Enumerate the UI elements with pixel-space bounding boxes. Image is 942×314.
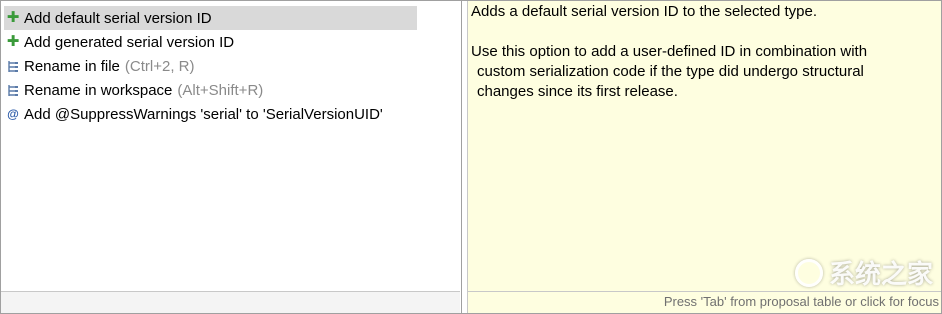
rename-icon xyxy=(6,59,20,73)
horizontal-scrollbar[interactable] xyxy=(1,291,460,313)
proposal-label: Rename in file xyxy=(24,57,120,75)
proposal-label: Add @SuppressWarnings 'serial' to 'Seria… xyxy=(24,105,383,123)
proposal-add-generated-serial[interactable]: ✚ Add generated serial version ID xyxy=(4,30,417,54)
rename-icon xyxy=(6,83,20,97)
proposal-shortcut: (Ctrl+2, R) xyxy=(124,57,195,75)
proposal-label: Add generated serial version ID xyxy=(24,33,235,51)
info-summary: Adds a default serial version ID to the … xyxy=(471,3,818,20)
info-panel[interactable]: Adds a default serial version ID to the … xyxy=(467,1,941,313)
plus-icon: ✚ xyxy=(6,9,20,26)
proposal-shortcut: (Alt+Shift+R) xyxy=(177,81,264,99)
plus-icon: ✚ xyxy=(6,33,20,50)
proposal-add-suppress-warnings[interactable]: @ Add @SuppressWarnings 'serial' to 'Ser… xyxy=(4,102,417,126)
annotation-icon: @ xyxy=(7,107,19,121)
info-detail-line: changes since its first release. xyxy=(477,83,678,100)
info-detail-line: custom serialization code if the type di… xyxy=(477,63,864,80)
proposal-label: Rename in workspace xyxy=(24,81,173,99)
proposal-list: ✚ Add default serial version ID ✚ Add ge… xyxy=(4,6,417,126)
watermark: 系统之家 xyxy=(794,254,933,291)
proposal-list-panel: ✚ Add default serial version ID ✚ Add ge… xyxy=(1,1,462,313)
proposal-rename-in-file[interactable]: Rename in file (Ctrl+2, R) xyxy=(4,54,417,78)
proposal-rename-in-workspace[interactable]: Rename in workspace (Alt+Shift+R) xyxy=(4,78,417,102)
quick-fix-popup: ✚ Add default serial version ID ✚ Add ge… xyxy=(0,0,942,314)
proposal-label: Add default serial version ID xyxy=(24,9,212,27)
info-description: Adds a default serial version ID to the … xyxy=(471,2,935,102)
status-hint: Press 'Tab' from proposal table or click… xyxy=(468,291,941,313)
info-detail-line: Use this option to add a user-defined ID… xyxy=(471,43,868,60)
watermark-logo-icon xyxy=(794,258,823,287)
proposal-add-default-serial[interactable]: ✚ Add default serial version ID xyxy=(4,6,417,30)
watermark-text: 系统之家 xyxy=(828,259,933,289)
